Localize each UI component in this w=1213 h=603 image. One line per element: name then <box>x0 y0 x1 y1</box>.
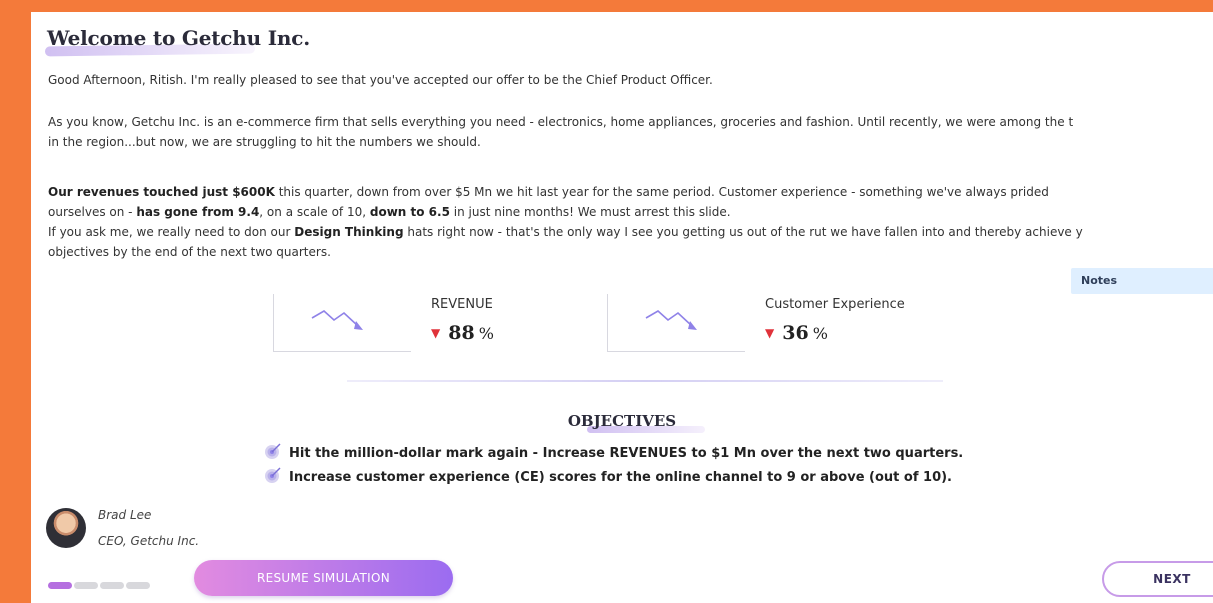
avatar <box>46 508 86 548</box>
objective-item: Increase customer experience (CE) scores… <box>263 466 952 485</box>
progress-step <box>48 582 72 589</box>
metric-label: Customer Experience <box>765 297 905 312</box>
signature-role: CEO, Getchu Inc. <box>98 534 200 548</box>
progress-step <box>74 582 98 589</box>
page-title: Welcome to Getchu Inc. <box>47 26 310 50</box>
metric-unit: % <box>478 324 494 343</box>
trend-down-icon <box>311 310 363 330</box>
revenue-line-2: ourselves on - has gone from 9.4, on a s… <box>48 202 1083 222</box>
resume-simulation-button[interactable]: RESUME SIMULATION <box>194 560 453 596</box>
down-arrow-icon: ▼ <box>431 326 441 340</box>
metric-revenue: REVENUE ▼ 88% <box>273 294 593 352</box>
objective-item: Hit the million-dollar mark again - Incr… <box>263 442 963 461</box>
next-button[interactable]: NEXT <box>1102 561 1213 597</box>
progress-step <box>100 582 124 589</box>
intro-line-1: As you know, Getchu Inc. is an e-commerc… <box>48 115 1074 129</box>
revenue-text-3: , on a scale of 10, <box>259 205 370 219</box>
ce-to-highlight: down to 6.5 <box>369 205 450 219</box>
intro-line-2: in the region...but now, we are struggli… <box>48 135 481 149</box>
dt-text-1: If you ask me, we really need to don our <box>48 225 295 239</box>
metric-number: 88 <box>448 322 475 344</box>
greeting-paragraph: Good Afternoon, Ritish. I'm really pleas… <box>48 70 713 90</box>
trend-down-icon <box>645 310 697 330</box>
signature-name: Brad Lee <box>98 508 152 522</box>
metric-ce-chart-box <box>607 294 745 352</box>
revenue-text-2: ourselves on - <box>48 205 137 219</box>
notes-tab[interactable]: Notes <box>1071 268 1213 294</box>
metric-value: ▼ 36% <box>765 322 828 344</box>
revenue-text-4: in just nine months! We must arrest this… <box>449 205 731 219</box>
ce-from-highlight: has gone from 9.4 <box>136 205 260 219</box>
objective-text: Increase customer experience (CE) scores… <box>289 470 952 485</box>
metric-value: ▼ 88% <box>431 322 494 344</box>
revenue-paragraph: Our revenues touched just $600K this qua… <box>48 182 1083 262</box>
progress-step <box>126 582 150 589</box>
metric-unit: % <box>812 324 828 343</box>
down-arrow-icon: ▼ <box>765 326 775 340</box>
metric-customer-experience: Customer Experience ▼ 36% <box>607 294 927 352</box>
metric-revenue-chart-box <box>273 294 411 352</box>
section-divider <box>347 380 943 382</box>
metric-label: REVENUE <box>431 297 493 312</box>
revenue-text-1: this quarter, down from over $5 Mn we hi… <box>274 185 1049 199</box>
design-thinking-line-1: If you ask me, we really need to don our… <box>48 222 1083 242</box>
target-icon <box>265 443 281 459</box>
revenue-line-1: Our revenues touched just $600K this qua… <box>48 182 1083 202</box>
greeting-text: Good Afternoon, Ritish. I'm really pleas… <box>48 73 713 87</box>
metric-number: 36 <box>782 322 809 344</box>
welcome-card: Welcome to Getchu Inc. Good Afternoon, R… <box>31 12 1213 603</box>
objectives-title: OBJECTIVES <box>567 412 677 430</box>
objective-text: Hit the million-dollar mark again - Incr… <box>289 446 964 461</box>
revenue-highlight: Our revenues touched just $600K <box>48 185 275 199</box>
design-thinking-line-2: objectives by the end of the next two qu… <box>48 245 331 259</box>
target-icon <box>265 467 281 483</box>
dt-text-2: hats right now - that's the only way I s… <box>403 225 1083 239</box>
intro-paragraph: As you know, Getchu Inc. is an e-commerc… <box>48 112 1073 152</box>
progress-indicator <box>48 574 152 593</box>
design-thinking-highlight: Design Thinking <box>294 225 404 239</box>
